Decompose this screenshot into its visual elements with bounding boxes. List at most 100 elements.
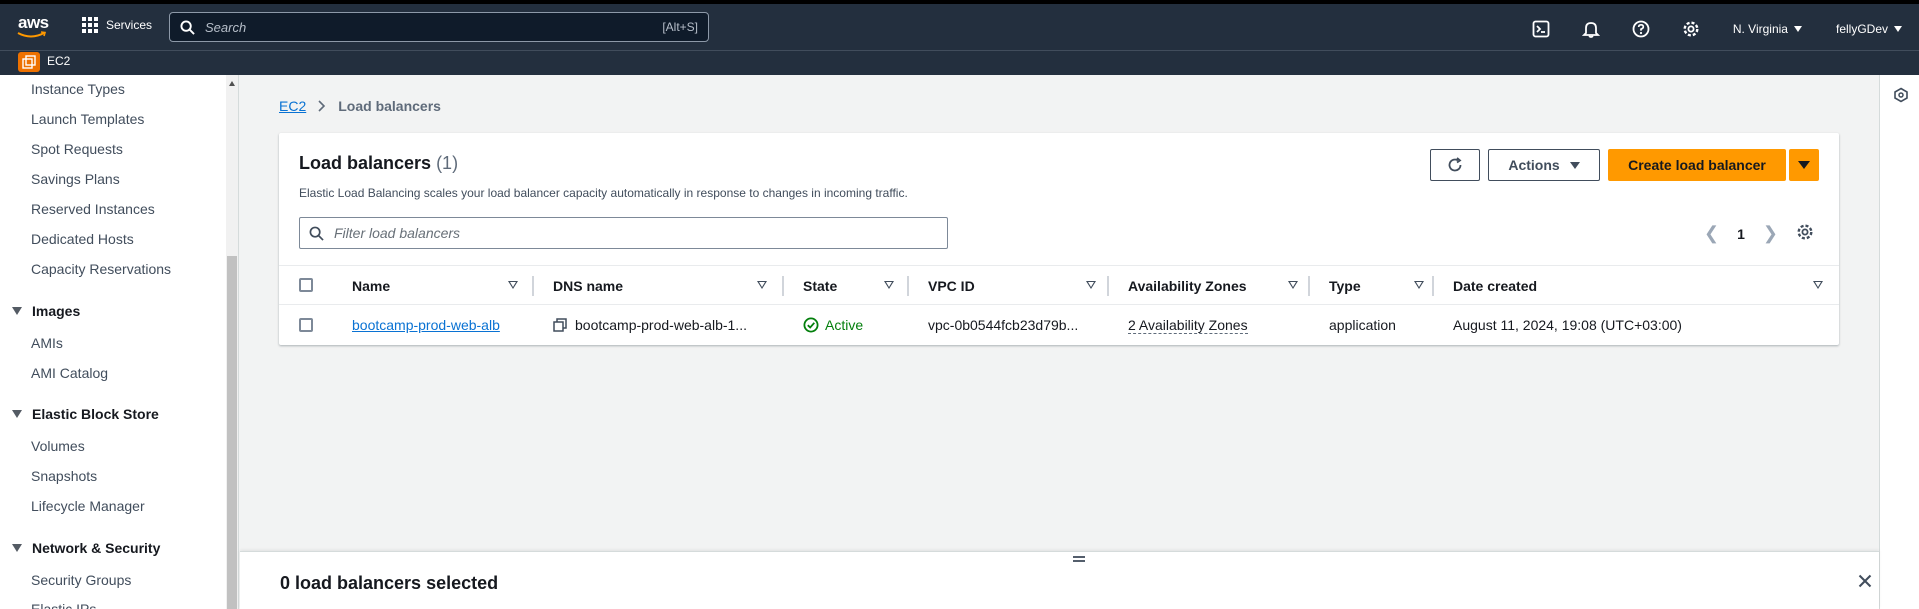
sort-icon[interactable] [508, 281, 518, 289]
sidebar-item-lifecycle-manager[interactable]: Lifecycle Manager [31, 498, 145, 514]
close-icon[interactable] [1858, 574, 1872, 588]
sidebar-item-amis[interactable]: AMIs [31, 335, 63, 351]
create-options-dropdown-button[interactable] [1789, 149, 1819, 181]
actions-label: Actions [1508, 157, 1560, 173]
column-label: State [803, 277, 838, 294]
column-header-vpc-id[interactable]: VPC ID [928, 266, 1108, 305]
page-title: Load balancers (1) [299, 153, 458, 174]
info-panel-toggle[interactable] [1893, 87, 1909, 108]
previous-page-icon[interactable]: ❮ [1704, 223, 1719, 244]
row-select-checkbox[interactable] [299, 318, 313, 332]
section-title: Elastic Block Store [32, 406, 159, 422]
service-name[interactable]: EC2 [47, 54, 70, 68]
sort-icon[interactable] [884, 281, 894, 289]
sidebar-item-savings-plans[interactable]: Savings Plans [31, 171, 120, 187]
load-balancer-name-link[interactable]: bootcamp-prod-web-alb [352, 305, 500, 345]
cloudshell-button[interactable] [1516, 20, 1566, 38]
sort-icon[interactable] [1813, 281, 1823, 289]
column-divider[interactable] [782, 276, 784, 296]
sort-icon[interactable] [1086, 281, 1096, 289]
help-icon [1632, 20, 1650, 38]
current-page-number[interactable]: 1 [1737, 226, 1745, 242]
sort-icon[interactable] [1288, 281, 1298, 289]
sort-icon[interactable] [757, 281, 767, 289]
filter-load-balancers-input[interactable]: Filter load balancers [299, 217, 948, 249]
select-all-checkbox[interactable] [299, 278, 313, 292]
sidebar-section-network-security[interactable]: Network & Security [12, 540, 160, 556]
drag-handle-icon[interactable] [1072, 554, 1086, 564]
settings-icon [1683, 21, 1699, 37]
scroll-up-arrow-icon[interactable] [229, 81, 235, 86]
tools-rail [1879, 75, 1919, 609]
settings-button[interactable] [1666, 20, 1716, 38]
aws-logo-text: aws [18, 13, 49, 32]
breadcrumb-current: Load balancers [338, 98, 441, 114]
table-row[interactable]: bootcamp-prod-web-alb bootcamp-prod-web-… [279, 305, 1839, 345]
sidebar-item-launch-templates[interactable]: Launch Templates [31, 111, 144, 127]
caret-down-icon [1894, 26, 1902, 32]
sidebar-item-elastic-ips[interactable]: Elastic IPs [31, 601, 96, 609]
search-placeholder: Search [205, 19, 247, 35]
breadcrumb-ec2-link[interactable]: EC2 [279, 98, 306, 114]
column-divider[interactable] [1432, 276, 1434, 296]
column-divider[interactable] [907, 276, 909, 296]
actions-dropdown-button[interactable]: Actions [1488, 149, 1600, 181]
account-menu[interactable]: fellyGDev [1819, 22, 1919, 36]
state-cell: Active [803, 305, 863, 345]
section-title: Images [32, 303, 81, 319]
availability-zones-cell[interactable]: 2 Availability Zones [1128, 305, 1248, 345]
sidebar-section-elastic-block-store[interactable]: Elastic Block Store [12, 406, 159, 422]
column-divider[interactable] [1107, 276, 1109, 296]
service-bar: EC2 [0, 50, 1919, 75]
ec2-service-icon[interactable] [18, 52, 40, 72]
table-header: Name DNS name State VPC ID Availability … [279, 265, 1839, 305]
sidebar-item-ami-catalog[interactable]: AMI Catalog [31, 365, 108, 381]
refresh-button[interactable] [1430, 149, 1480, 181]
services-menu-button[interactable]: Services [82, 17, 152, 33]
column-header-name[interactable]: Name [352, 266, 522, 305]
region-label: N. Virginia [1732, 22, 1788, 36]
sidebar-item-security-groups[interactable]: Security Groups [31, 572, 131, 588]
top-navigation: aws Services Search [Alt+S] N. Virginia … [0, 0, 1919, 50]
sidebar-item-spot-requests[interactable]: Spot Requests [31, 141, 123, 157]
sidebar-item-capacity-reservations[interactable]: Capacity Reservations [31, 261, 171, 277]
column-header-type[interactable]: Type [1329, 266, 1439, 305]
refresh-icon [1448, 157, 1462, 172]
aws-logo[interactable]: aws [16, 13, 49, 40]
global-search-input[interactable]: Search [Alt+S] [169, 12, 709, 42]
search-icon [309, 226, 324, 241]
breadcrumb: EC2 Load balancers [279, 98, 441, 114]
sidebar-item-volumes[interactable]: Volumes [31, 438, 85, 454]
help-button[interactable] [1616, 20, 1666, 38]
caret-down-icon [1793, 26, 1802, 32]
column-divider[interactable] [532, 276, 534, 296]
copy-icon[interactable] [553, 318, 567, 332]
column-label: Name [352, 277, 391, 294]
notifications-button[interactable] [1566, 20, 1616, 38]
column-divider[interactable] [1308, 276, 1310, 296]
status-badge: Active [825, 317, 864, 333]
sidebar-scrollbar[interactable] [226, 75, 238, 609]
availability-zones-popover-trigger[interactable]: 2 Availability Zones [1128, 317, 1248, 334]
scrollbar-thumb[interactable] [227, 256, 237, 609]
column-header-date-created[interactable]: Date created [1453, 266, 1823, 305]
hexagon-icon [1894, 87, 1908, 103]
filter-placeholder: Filter load balancers [334, 225, 461, 241]
sort-icon[interactable] [1414, 281, 1424, 289]
services-label: Services [106, 18, 153, 32]
column-header-availability-zones[interactable]: Availability Zones [1128, 266, 1308, 305]
sidebar-item-dedicated-hosts[interactable]: Dedicated Hosts [31, 231, 134, 247]
sidebar-item-snapshots[interactable]: Snapshots [31, 468, 97, 484]
search-icon [180, 19, 195, 35]
column-header-dns-name[interactable]: DNS name [553, 266, 773, 305]
chevron-right-icon [318, 100, 326, 112]
next-page-icon[interactable]: ❯ [1763, 223, 1778, 244]
sidebar-item-instance-types[interactable]: Instance Types [31, 81, 125, 97]
column-header-state[interactable]: State [803, 266, 903, 305]
sidebar-section-images[interactable]: Images [12, 303, 80, 319]
sidebar-item-reserved-instances[interactable]: Reserved Instances [31, 201, 155, 217]
create-load-balancer-button[interactable]: Create load balancer [1608, 149, 1786, 181]
table-description: Elastic Load Balancing scales your load … [299, 186, 908, 200]
table-preferences-button[interactable] [1796, 223, 1814, 246]
region-selector[interactable]: N. Virginia [1716, 22, 1819, 36]
